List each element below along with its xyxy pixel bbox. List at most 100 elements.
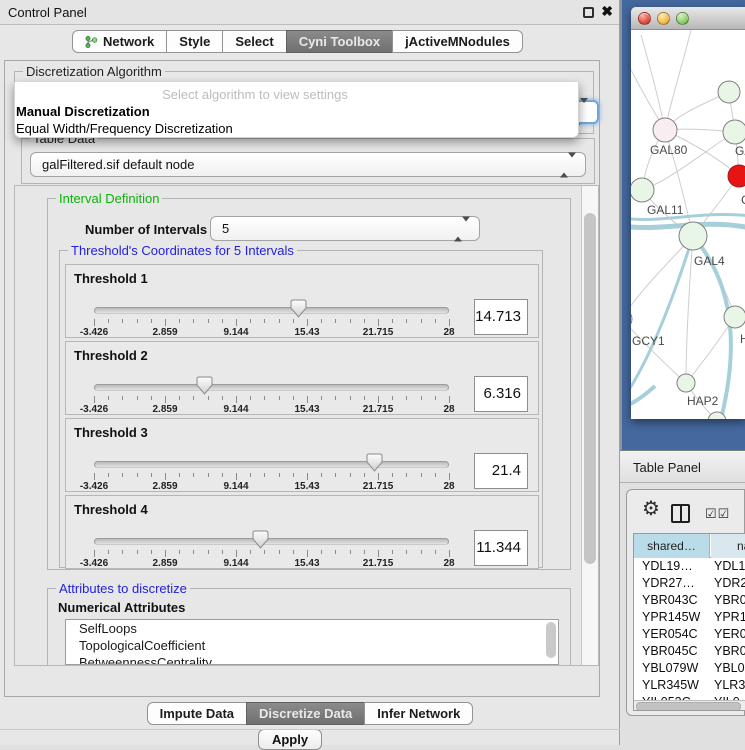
tick-mark [122, 473, 123, 477]
vertical-scrollbar[interactable] [581, 186, 598, 665]
scrollbar-thumb[interactable] [636, 702, 741, 711]
tab-style[interactable]: Style [166, 30, 223, 53]
horizontal-scrollbar[interactable] [634, 700, 745, 711]
table-cell[interactable]: YLR3 [714, 677, 745, 694]
threshold-slider[interactable]: -3.4262.8599.14415.4321.71528 [94, 299, 449, 339]
threshold-slider[interactable]: -3.4262.8599.14415.4321.71528 [94, 453, 449, 493]
column-header-shared-name[interactable]: shared… [634, 534, 710, 558]
attribute-item[interactable]: BetweennessCentrality [66, 654, 558, 665]
table-cell[interactable]: YPR1 [714, 609, 745, 626]
close-button[interactable] [638, 12, 651, 25]
scrollbar-thumb[interactable] [546, 622, 556, 658]
table-data-combo[interactable]: galFiltered.sif default node [30, 152, 586, 177]
table-cell[interactable]: YBR0 [714, 592, 745, 609]
threshold-slider[interactable]: -3.4262.8599.14415.4321.71528 [94, 530, 449, 570]
network-node[interactable] [724, 306, 745, 328]
threshold-value[interactable]: 6.316 [474, 376, 528, 412]
network-node-selected-red[interactable] [728, 165, 745, 187]
threshold-label: Threshold 1 [74, 271, 148, 286]
tab-jactivemnodules[interactable]: jActiveMNodules [392, 30, 523, 53]
tab-select[interactable]: Select [222, 30, 286, 53]
network-node[interactable] [723, 120, 745, 144]
table-row[interactable]: YDR27… YDR2 [634, 575, 745, 592]
table-row[interactable]: YPR145W YPR1 [634, 609, 745, 626]
node-label-partial: H [740, 332, 745, 346]
minimize-button[interactable] [657, 12, 670, 25]
network-node-hap2[interactable] [677, 374, 695, 392]
dropdown-option-equal-width-frequency[interactable]: Equal Width/Frequency Discretization [16, 121, 233, 136]
table-cell[interactable]: YBL0 [714, 660, 745, 677]
tab-network[interactable]: Network [72, 30, 167, 53]
float-icon[interactable] [583, 7, 594, 18]
tick-mark [364, 473, 365, 477]
threshold-slider[interactable]: -3.4262.8599.14415.4321.71528 [94, 376, 449, 416]
dropdown-option-manual-discretization[interactable]: Manual Discretization [16, 104, 150, 119]
slider-thumb[interactable] [290, 299, 307, 318]
network-node-gal4[interactable] [679, 222, 707, 250]
table-row[interactable]: YER054C YER0 [634, 626, 745, 643]
threshold-value[interactable]: 11.344 [474, 530, 528, 566]
table-cell[interactable]: YPR145W [642, 609, 700, 626]
table-row[interactable]: YBR043C YBR0 [634, 592, 745, 609]
network-node[interactable] [718, 81, 740, 103]
table-cell[interactable]: YDL1 [714, 558, 745, 575]
threshold-value[interactable]: 21.4 [474, 453, 528, 489]
table-row[interactable]: YDL19… YDL1 [634, 558, 745, 575]
table-row[interactable]: YLR345W YLR3 [634, 677, 745, 694]
tick-mark [122, 396, 123, 400]
apply-button[interactable]: Apply [258, 729, 322, 750]
threshold-value[interactable]: 14.713 [474, 299, 528, 335]
checkbox-icons[interactable]: ☑☑ [705, 506, 730, 522]
tick-mark [293, 319, 294, 323]
column-header-name[interactable]: name [711, 534, 745, 558]
table-cell[interactable]: YLR345W [642, 677, 699, 694]
close-icon[interactable]: ✖ [601, 3, 613, 20]
tick-mark [208, 396, 209, 400]
tick-mark [137, 319, 138, 323]
slider-track[interactable] [94, 461, 449, 468]
table-row[interactable]: YBR045C YBR0 [634, 643, 745, 660]
slider-thumb[interactable] [366, 453, 383, 472]
slider-track[interactable] [94, 384, 449, 391]
table-cell[interactable]: YER0 [714, 626, 745, 643]
slider-thumb[interactable] [196, 376, 213, 395]
slider-track[interactable] [94, 307, 449, 314]
table-row[interactable]: YBL079W YBL0 [634, 660, 745, 677]
table-cell[interactable]: YBR043C [642, 592, 698, 609]
list-scrollbar[interactable] [545, 621, 557, 664]
table-cell[interactable]: YBR045C [642, 643, 698, 660]
tick-mark [250, 550, 251, 554]
table-cell[interactable]: YDR27… [642, 575, 695, 592]
tab-infer-network[interactable]: Infer Network [364, 702, 473, 725]
tick-mark [335, 319, 336, 323]
table-cell[interactable]: YER054C [642, 626, 698, 643]
attribute-item[interactable]: TopologicalCoefficient [66, 637, 558, 654]
slider-track[interactable] [94, 538, 449, 545]
tick-mark [293, 473, 294, 477]
slider-thumb[interactable] [252, 530, 269, 549]
tab-impute-data[interactable]: Impute Data [147, 702, 247, 725]
tick-mark [94, 319, 95, 326]
tab-discretize-data[interactable]: Discretize Data [246, 702, 365, 725]
network-node-gal11[interactable] [631, 178, 654, 202]
table-cell[interactable]: YDL19… [642, 558, 693, 575]
table-cell[interactable]: YDR2 [714, 575, 745, 592]
checkbox-icon[interactable]: ☑ [705, 506, 718, 521]
attribute-item[interactable]: SelfLoops [66, 620, 558, 637]
zoom-button[interactable] [676, 12, 689, 25]
threshold-panel: Threshold 3-3.4262.8599.14415.4321.71528… [65, 418, 539, 492]
table-cell[interactable]: YBR0 [714, 643, 745, 660]
table-cell[interactable]: YBL079W [642, 660, 698, 677]
checkbox-icon[interactable]: ☑ [718, 506, 731, 521]
network-canvas[interactable]: GAL80 GA C GAL11 GAL4 GCY1 H HAP2 [631, 30, 745, 419]
tick-label: 28 [443, 558, 454, 569]
scrollbar-thumb[interactable] [584, 213, 596, 564]
attributes-list[interactable]: SelfLoopsTopologicalCoefficientBetweenne… [65, 619, 559, 665]
slider-tick-labels: -3.4262.8599.14415.4321.71528 [94, 481, 449, 493]
network-node-gal80[interactable] [653, 118, 677, 142]
gear-icon[interactable]: ⚙ [642, 496, 660, 521]
tick-mark [151, 319, 152, 323]
number-of-intervals-combo[interactable]: 5 [210, 216, 480, 241]
tab-cyni-toolbox[interactable]: Cyni Toolbox [286, 30, 393, 53]
columns-icon[interactable] [671, 504, 690, 523]
